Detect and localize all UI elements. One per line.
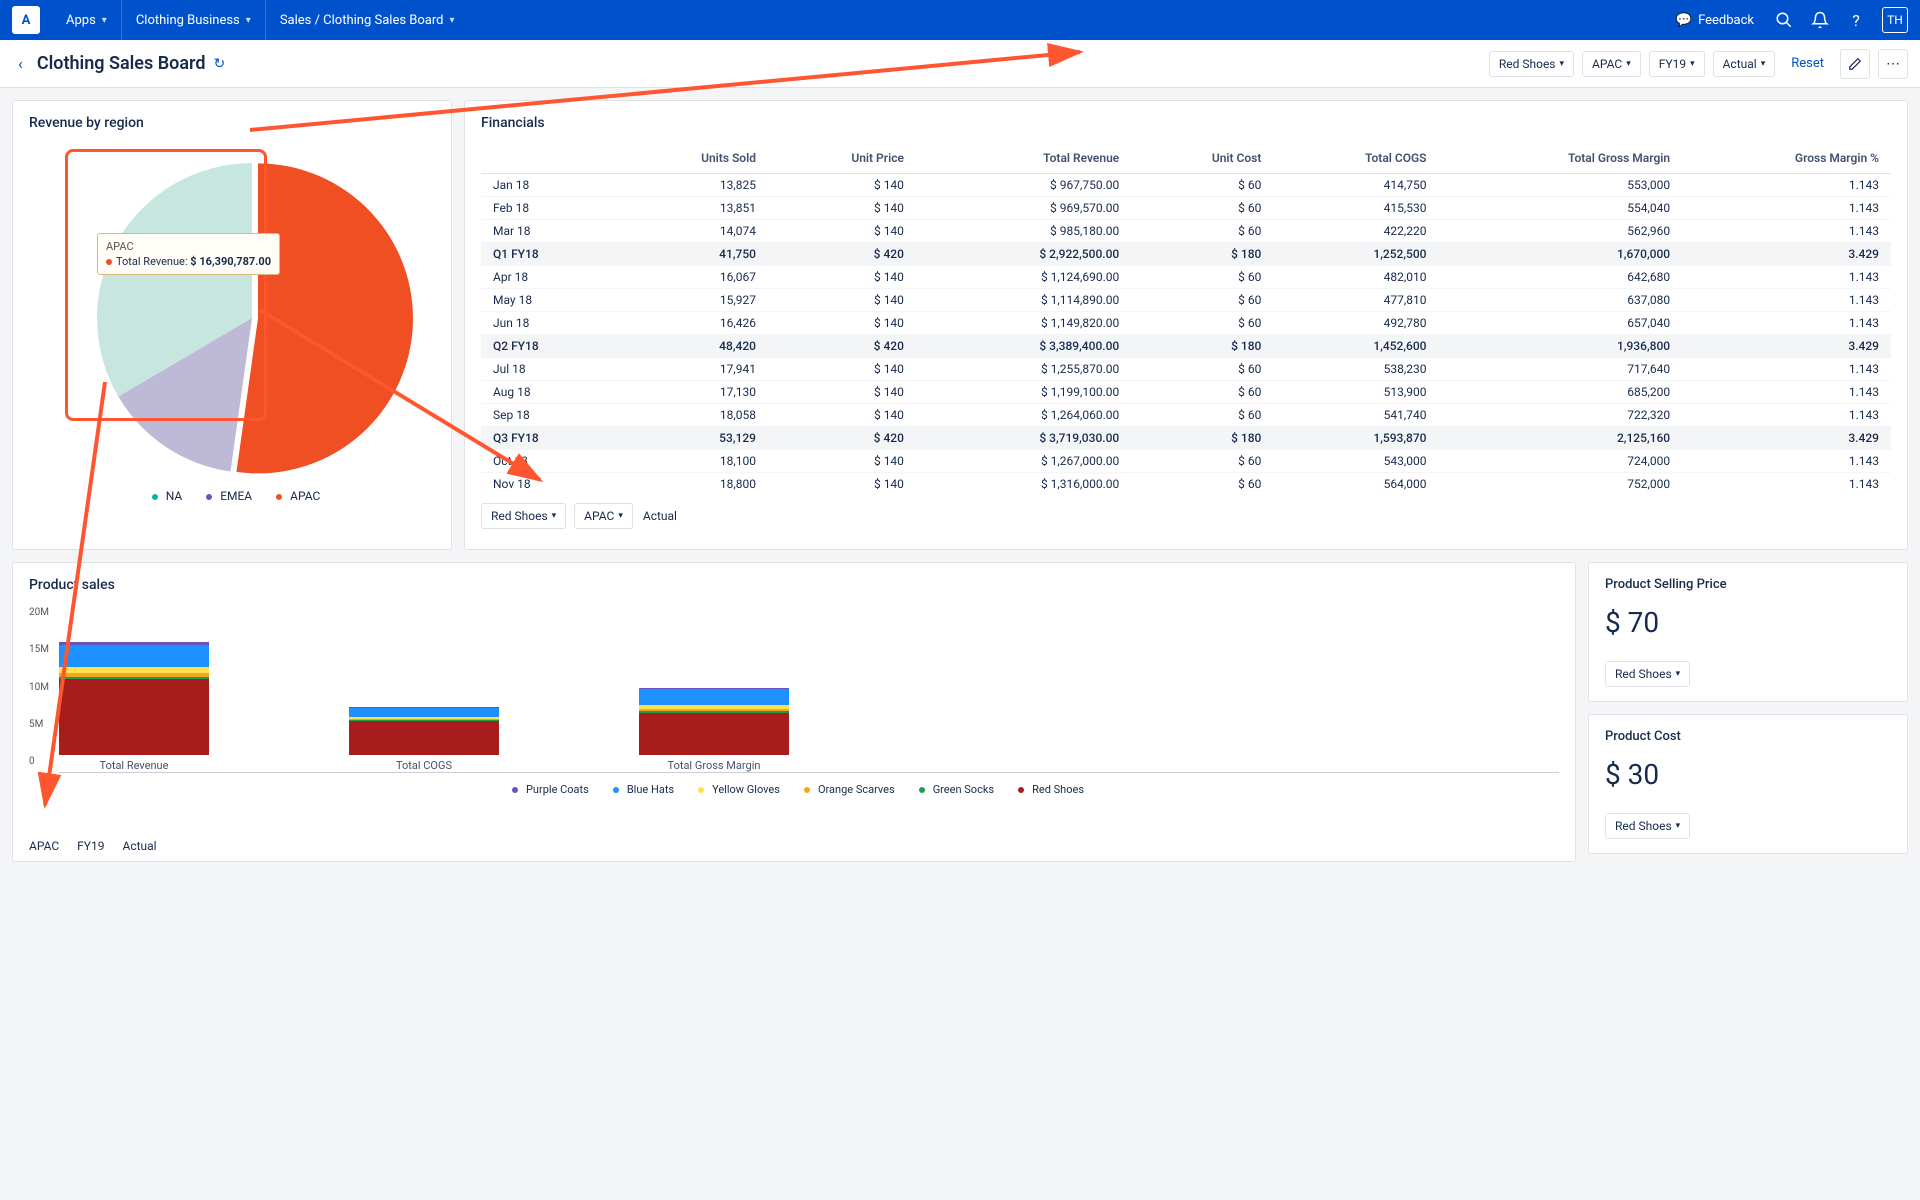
dot-icon bbox=[106, 259, 112, 265]
nav-apps[interactable]: Apps▾ bbox=[52, 0, 121, 40]
table-row[interactable]: Sep 1818,058$ 140$ 1,264,060.00$ 60541,7… bbox=[481, 404, 1891, 427]
kpi-title: Product Cost bbox=[1605, 729, 1891, 744]
chevron-down-icon: ▾ bbox=[1690, 59, 1695, 69]
ps-filter-year: FY19 bbox=[77, 839, 104, 853]
chevron-down-icon: ▾ bbox=[246, 15, 251, 26]
fin-filter-product[interactable]: Red Shoes▾ bbox=[481, 503, 566, 529]
chevron-down-icon: ▾ bbox=[552, 511, 557, 521]
page-title: Clothing Sales Board bbox=[37, 53, 206, 74]
annotation-highlight-box bbox=[65, 149, 267, 421]
filter-year[interactable]: FY19▾ bbox=[1649, 51, 1705, 77]
table-row[interactable]: Jan 1813,825$ 140$ 967,750.00$ 60414,750… bbox=[481, 174, 1891, 197]
table-row[interactable]: Apr 1816,067$ 140$ 1,124,690.00$ 60482,0… bbox=[481, 266, 1891, 289]
table-row[interactable]: May 1815,927$ 140$ 1,114,890.00$ 60477,8… bbox=[481, 289, 1891, 312]
chevron-down-icon: ▾ bbox=[1560, 59, 1565, 69]
avatar[interactable]: TH bbox=[1882, 7, 1908, 33]
kpi-title: Product Selling Price bbox=[1605, 577, 1891, 592]
card-title: Product sales bbox=[29, 577, 1559, 593]
fin-filter-region[interactable]: APAC▾ bbox=[574, 503, 633, 529]
page-subheader: ‹ Clothing Sales Board ↻ Red Shoes▾ APAC… bbox=[0, 40, 1920, 88]
chat-icon: 💬 bbox=[1676, 13, 1692, 28]
more-button[interactable]: ⋯ bbox=[1878, 49, 1908, 79]
chevron-down-icon: ▾ bbox=[1626, 59, 1631, 69]
table-row[interactable]: Aug 1817,130$ 140$ 1,199,100.00$ 60513,9… bbox=[481, 381, 1891, 404]
table-row[interactable]: Mar 1814,074$ 140$ 985,180.00$ 60422,220… bbox=[481, 220, 1891, 243]
chevron-down-icon: ▾ bbox=[1676, 821, 1681, 831]
back-button[interactable]: ‹ bbox=[12, 48, 29, 79]
nav-breadcrumb[interactable]: Sales / Clothing Sales Board▾ bbox=[265, 0, 469, 40]
nav-workspace[interactable]: Clothing Business▾ bbox=[121, 0, 265, 40]
pie-legend: NAEMEAAPAC bbox=[29, 489, 435, 503]
kpi-price-filter[interactable]: Red Shoes▾ bbox=[1605, 661, 1690, 687]
bar-legend: Purple CoatsBlue HatsYellow GlovesOrange… bbox=[29, 783, 1559, 796]
reset-button[interactable]: Reset bbox=[1783, 51, 1832, 76]
chevron-down-icon: ▾ bbox=[449, 15, 454, 26]
top-navbar: A Apps▾ Clothing Business▾ Sales / Cloth… bbox=[0, 0, 1920, 40]
financials-table[interactable]: Units SoldUnit PriceTotal RevenueUnit Co… bbox=[481, 143, 1891, 493]
kpi-value: $ 70 bbox=[1605, 606, 1891, 639]
product-cost-card: Product Cost $ 30 Red Shoes▾ bbox=[1588, 714, 1908, 854]
revenue-by-region-card: Revenue by region APAC Total Revenue: $ … bbox=[12, 100, 452, 550]
filter-version[interactable]: Actual▾ bbox=[1713, 51, 1776, 77]
feedback-button[interactable]: 💬Feedback bbox=[1672, 0, 1758, 40]
table-row[interactable]: Q2 FY1848,420$ 420$ 3,389,400.00$ 1801,4… bbox=[481, 335, 1891, 358]
kpi-cost-filter[interactable]: Red Shoes▾ bbox=[1605, 813, 1690, 839]
chart-tooltip: APAC Total Revenue: $ 16,390,787.00 bbox=[97, 233, 280, 275]
ps-filter-version: Actual bbox=[123, 839, 157, 853]
search-icon[interactable] bbox=[1774, 10, 1794, 30]
table-row[interactable]: Nov 1818,800$ 140$ 1,316,000.00$ 60564,0… bbox=[481, 473, 1891, 494]
table-row[interactable]: Jun 1816,426$ 140$ 1,149,820.00$ 60492,7… bbox=[481, 312, 1891, 335]
chevron-down-icon: ▾ bbox=[1676, 669, 1681, 679]
chevron-down-icon: ▾ bbox=[102, 15, 107, 26]
product-selling-price-card: Product Selling Price $ 70 Red Shoes▾ bbox=[1588, 562, 1908, 702]
pie-chart[interactable]: APAC Total Revenue: $ 16,390,787.00 bbox=[42, 143, 422, 483]
help-icon[interactable]: ? bbox=[1846, 10, 1866, 30]
fin-filter-version: Actual bbox=[641, 504, 679, 528]
table-row[interactable]: Q1 FY1841,750$ 420$ 2,922,500.00$ 1801,2… bbox=[481, 243, 1891, 266]
refresh-icon[interactable]: ↻ bbox=[213, 56, 225, 72]
table-row[interactable]: Q3 FY1853,129$ 420$ 3,719,030.00$ 1801,5… bbox=[481, 427, 1891, 450]
product-sales-chart[interactable]: Total RevenueTotal COGSTotal Gross Margi… bbox=[59, 613, 1559, 773]
card-title: Financials bbox=[481, 115, 1891, 131]
table-row[interactable]: Oct 1818,100$ 140$ 1,267,000.00$ 60543,0… bbox=[481, 450, 1891, 473]
filter-region[interactable]: APAC▾ bbox=[1582, 51, 1641, 77]
table-row[interactable]: Jul 1817,941$ 140$ 1,255,870.00$ 60538,2… bbox=[481, 358, 1891, 381]
kpi-value: $ 30 bbox=[1605, 758, 1891, 791]
filter-product[interactable]: Red Shoes▾ bbox=[1489, 51, 1574, 77]
product-sales-card: Product sales 05M10M15M20M Total Revenue… bbox=[12, 562, 1576, 862]
financials-card: Financials Units SoldUnit PriceTotal Rev… bbox=[464, 100, 1908, 550]
ps-filter-region: APAC bbox=[29, 839, 59, 853]
chevron-down-icon: ▾ bbox=[618, 511, 623, 521]
edit-button[interactable] bbox=[1840, 49, 1870, 79]
card-title: Revenue by region bbox=[29, 115, 435, 131]
app-logo[interactable]: A bbox=[12, 6, 40, 34]
table-row[interactable]: Feb 1813,851$ 140$ 969,570.00$ 60415,530… bbox=[481, 197, 1891, 220]
bell-icon[interactable] bbox=[1810, 10, 1830, 30]
chevron-down-icon: ▾ bbox=[1761, 59, 1766, 69]
